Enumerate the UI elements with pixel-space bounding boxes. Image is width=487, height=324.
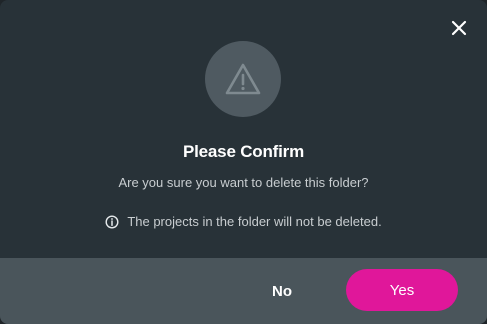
confirm-dialog: Please Confirm Are you sure you want to … — [0, 0, 487, 324]
dialog-note: The projects in the folder will not be d… — [0, 214, 487, 229]
warning-triangle-icon — [224, 62, 262, 96]
dialog-footer: No Yes — [0, 258, 487, 324]
dialog-message: Are you sure you want to delete this fol… — [118, 175, 369, 190]
close-icon — [451, 20, 467, 36]
dialog-title: Please Confirm — [183, 142, 304, 161]
no-button[interactable]: No — [250, 270, 314, 312]
info-icon — [105, 214, 119, 229]
yes-button[interactable]: Yes — [346, 269, 458, 311]
close-button[interactable] — [445, 14, 473, 42]
warning-icon-circle — [205, 41, 281, 117]
note-text: The projects in the folder will not be d… — [127, 214, 382, 229]
